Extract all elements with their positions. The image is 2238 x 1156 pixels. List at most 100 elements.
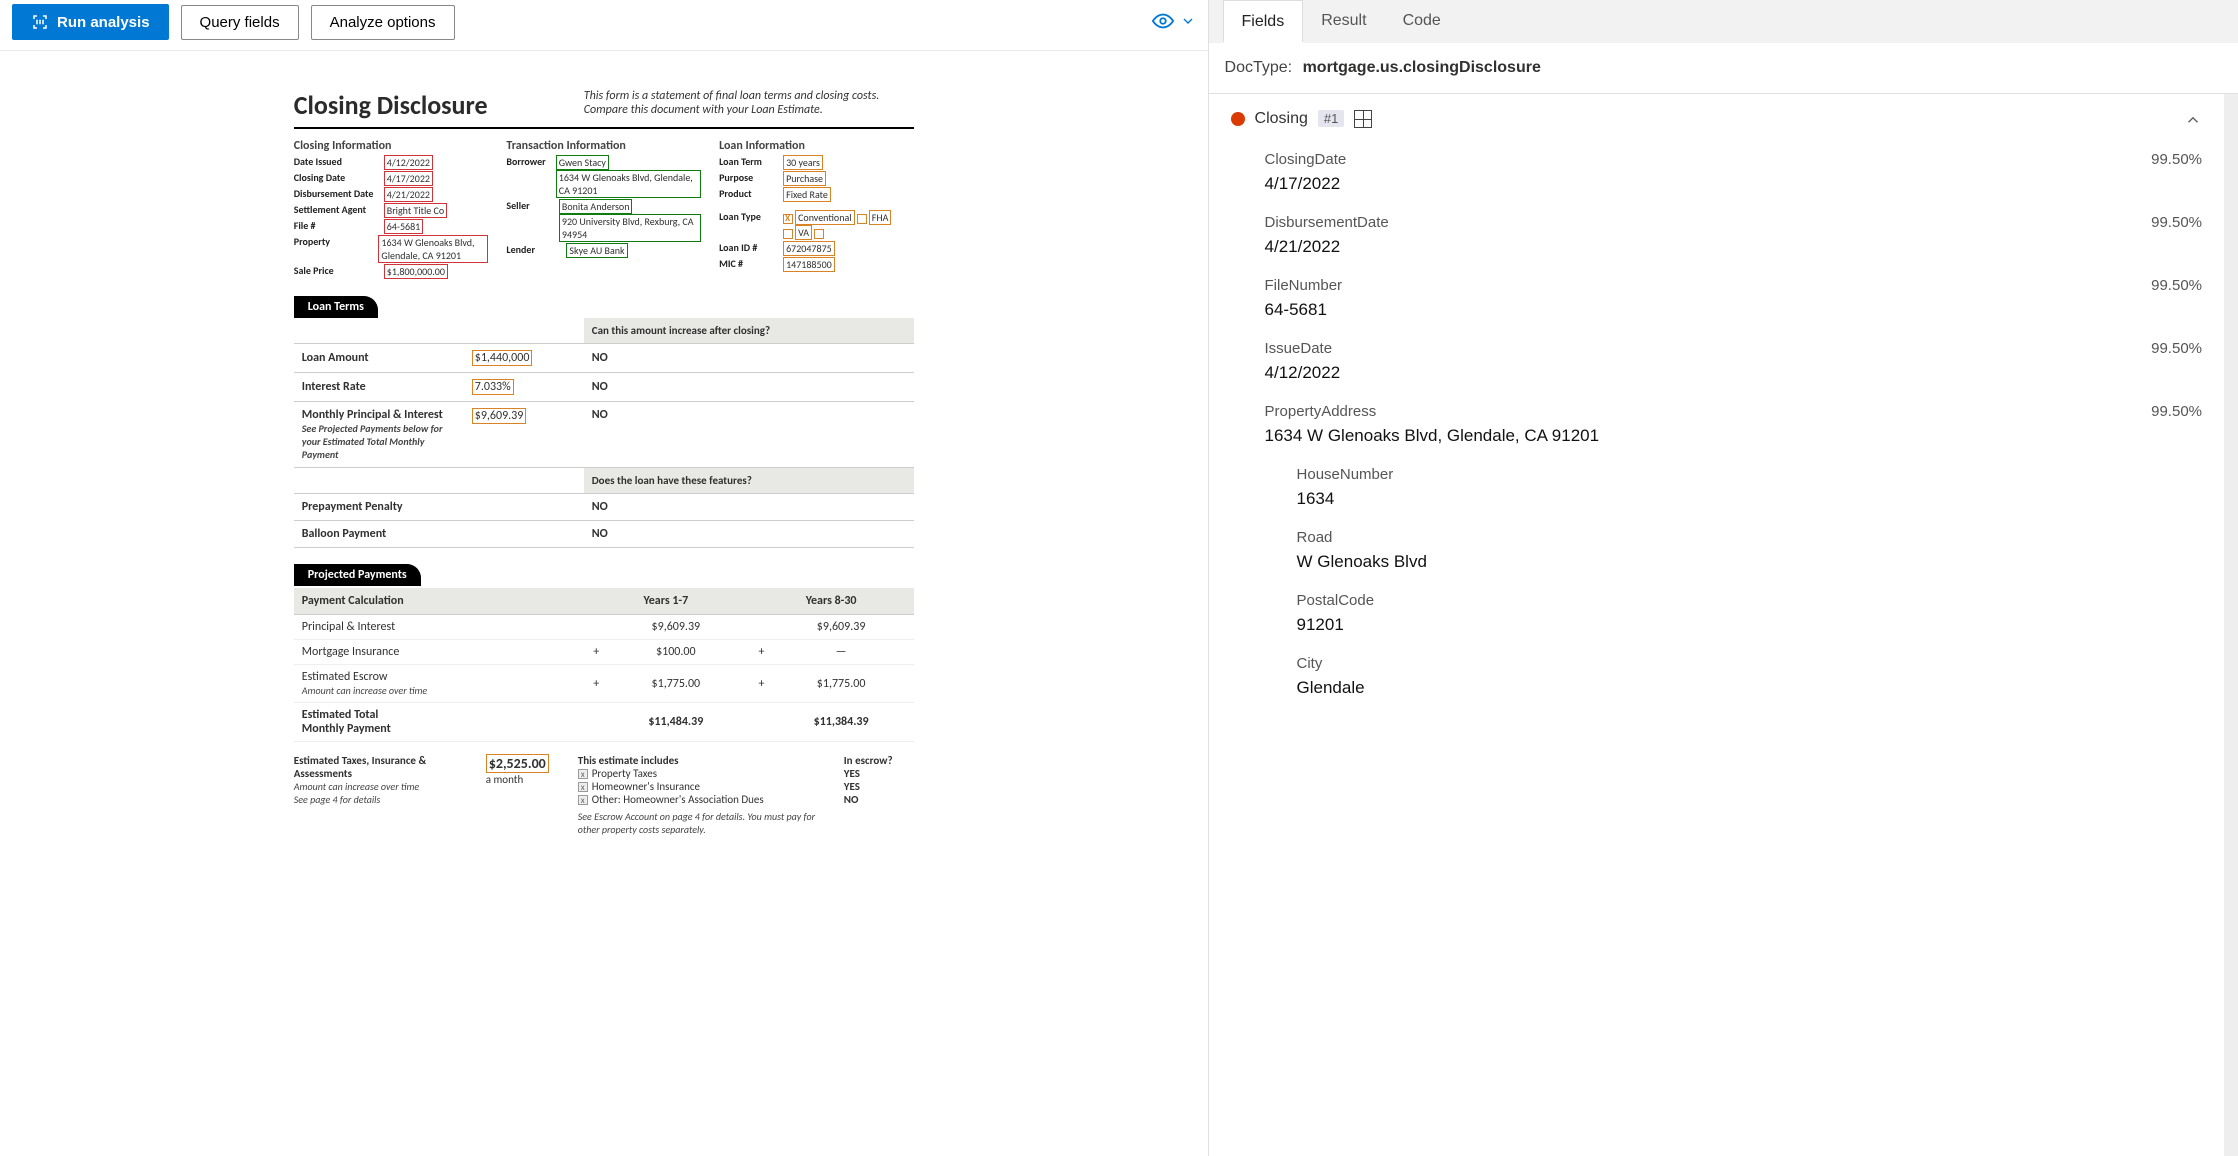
- field-value: 4/21/2022: [1265, 237, 2202, 257]
- subfield-housenumber[interactable]: HouseNumber1634: [1209, 458, 2224, 521]
- doc-intro: This form is a statement of final loan t…: [584, 89, 914, 117]
- tab-code[interactable]: Code: [1385, 0, 1459, 43]
- label: Loan Amount: [294, 344, 464, 373]
- field-value: 91201: [1297, 615, 2202, 635]
- label: Principal & Interest: [294, 615, 583, 640]
- sale-price-value: $1,800,000.00: [384, 264, 448, 279]
- checkbox-va: [783, 229, 793, 239]
- field-value: Glendale: [1297, 678, 2202, 698]
- value: $1,775.00: [768, 665, 913, 703]
- borrower-addr: 1634 W Glenoaks Blvd, Glendale, CA 91201: [556, 170, 701, 198]
- checkbox-conventional: [783, 214, 793, 224]
- answer: NO: [584, 402, 914, 468]
- field-filenumber[interactable]: FileNumber99.50%64-5681: [1209, 269, 2224, 332]
- group-title: Closing: [1255, 110, 1308, 128]
- results-pane: Fields Result Code DocType: mortgage.us.…: [1209, 0, 2238, 1156]
- label: Estimated Total: [302, 708, 379, 722]
- field-value: W Glenoaks Blvd: [1297, 552, 2202, 572]
- value: —: [768, 640, 913, 665]
- loan-id-value: 672047875: [783, 241, 835, 256]
- analysis-pane: Run analysis Query fields Analyze option…: [0, 0, 1209, 1156]
- field-propertyaddress[interactable]: PropertyAddress99.50%1634 W Glenoaks Blv…: [1209, 395, 2224, 458]
- projected-payments-table: Payment Calculation Years 1-7 Years 8-30…: [294, 588, 914, 742]
- field-value: 4/12/2022: [1265, 363, 2202, 383]
- label: Disbursement Date: [294, 187, 378, 200]
- loan-information: Loan Information Loan Term30 years Purpo…: [719, 139, 914, 280]
- field-label: FileNumber: [1265, 277, 1343, 294]
- fields-list[interactable]: Closing #1 ClosingDate99.50%4/17/2022Dis…: [1209, 94, 2224, 1156]
- subfield-city[interactable]: City Glendale: [1209, 647, 2224, 710]
- label: Borrower: [506, 155, 549, 168]
- visibility-chevron-icon[interactable]: [1180, 13, 1196, 32]
- col-years-8-30: Years 8-30: [748, 588, 913, 615]
- label: Estimated Escrow: [302, 670, 388, 684]
- seller-name: Bonita Anderson: [559, 199, 633, 214]
- doctype-bar: DocType: mortgage.us.closingDisclosure: [1209, 43, 2238, 94]
- field-label: DisbursementDate: [1265, 214, 1389, 231]
- toolbar: Run analysis Query fields Analyze option…: [0, 0, 1208, 51]
- visibility-icon[interactable]: [1152, 10, 1174, 35]
- field-value: 1634 W Glenoaks Blvd, Glendale, CA 91201: [1265, 426, 2202, 446]
- label: Prepayment Penalty: [294, 494, 464, 521]
- closing-info-heading: Closing Information: [294, 139, 489, 153]
- field-confidence: 99.50%: [2151, 214, 2202, 231]
- label: Balloon Payment: [294, 521, 464, 548]
- field-label: City: [1297, 655, 1323, 672]
- label: Lender: [506, 243, 560, 256]
- result-tabs: Fields Result Code: [1209, 0, 2238, 43]
- checkbox-fha: [857, 214, 867, 224]
- document-page: Closing Disclosure This form is a statem…: [264, 61, 944, 846]
- field-label: PostalCode: [1297, 592, 1375, 609]
- note: Amount can increase over time: [294, 780, 474, 793]
- subfield-road[interactable]: RoadW Glenoaks Blvd: [1209, 521, 2224, 584]
- label: Property: [294, 235, 373, 248]
- document-viewer[interactable]: Closing Disclosure This form is a statem…: [0, 51, 1208, 1156]
- answer: NO: [584, 494, 914, 521]
- escrow-amount: $2,525.00: [486, 754, 549, 773]
- field-label: PropertyAddress: [1265, 403, 1377, 420]
- total-2: $11,384.39: [768, 703, 913, 742]
- settlement-agent-value: Bright Title Co: [384, 203, 447, 218]
- loan-info-heading: Loan Information: [719, 139, 914, 153]
- analyze-options-button[interactable]: Analyze options: [311, 5, 455, 40]
- escrow-footnote: See Escrow Account on page 4 for details…: [578, 810, 832, 836]
- in-escrow-value: YES: [844, 780, 914, 793]
- answer: NO: [584, 344, 914, 373]
- field-confidence: 99.50%: [2151, 151, 2202, 168]
- doc-title: Closing Disclosure: [294, 89, 488, 121]
- in-escrow-value: NO: [844, 793, 914, 806]
- doctype-value: mortgage.us.closingDisclosure: [1303, 59, 1541, 76]
- label: Closing Date: [294, 171, 378, 184]
- label: Monthly Payment: [302, 722, 391, 736]
- calc-header: Payment Calculation: [294, 588, 583, 615]
- field-closingdate[interactable]: ClosingDate99.50%4/17/2022: [1209, 143, 2224, 206]
- includes-header: This estimate includes: [578, 754, 832, 767]
- group-header-closing[interactable]: Closing #1: [1209, 94, 2224, 143]
- tab-fields[interactable]: Fields: [1223, 0, 1304, 43]
- increase-question: Can this amount increase after closing?: [584, 318, 914, 344]
- field-disbursementdate[interactable]: DisbursementDate 99.50% 4/21/2022: [1209, 206, 2224, 269]
- field-label: ClosingDate: [1265, 151, 1347, 168]
- tab-result[interactable]: Result: [1303, 0, 1384, 43]
- value: $100.00: [603, 640, 748, 665]
- value: $9,609.39: [603, 615, 748, 640]
- transaction-information: Transaction Information Borrower Gwen St…: [506, 139, 701, 280]
- label: Seller: [506, 199, 552, 212]
- lender-value: Skye AU Bank: [566, 243, 627, 258]
- loan-type-conventional: Conventional: [795, 210, 854, 225]
- table-icon[interactable]: [1354, 110, 1372, 128]
- run-analysis-label: Run analysis: [57, 14, 150, 31]
- field-issuedate[interactable]: IssueDate99.50%4/12/2022: [1209, 332, 2224, 395]
- run-analysis-button[interactable]: Run analysis: [12, 4, 169, 40]
- label: Product: [719, 187, 777, 200]
- escrow-section: Estimated Taxes, Insurance & Assessments…: [294, 754, 914, 836]
- escrow-title: Estimated Taxes, Insurance & Assessments: [294, 754, 474, 780]
- scrollbar[interactable]: [2224, 94, 2238, 1156]
- subfield-postalcode[interactable]: PostalCode 91201: [1209, 584, 2224, 647]
- escrow-note: Amount can increase over time: [302, 684, 575, 697]
- field-value: 1634: [1297, 489, 2202, 509]
- query-fields-button[interactable]: Query fields: [181, 5, 299, 40]
- in-escrow-value: YES: [844, 767, 914, 780]
- purpose-value: Purchase: [783, 171, 826, 186]
- checkbox-other: [814, 229, 824, 239]
